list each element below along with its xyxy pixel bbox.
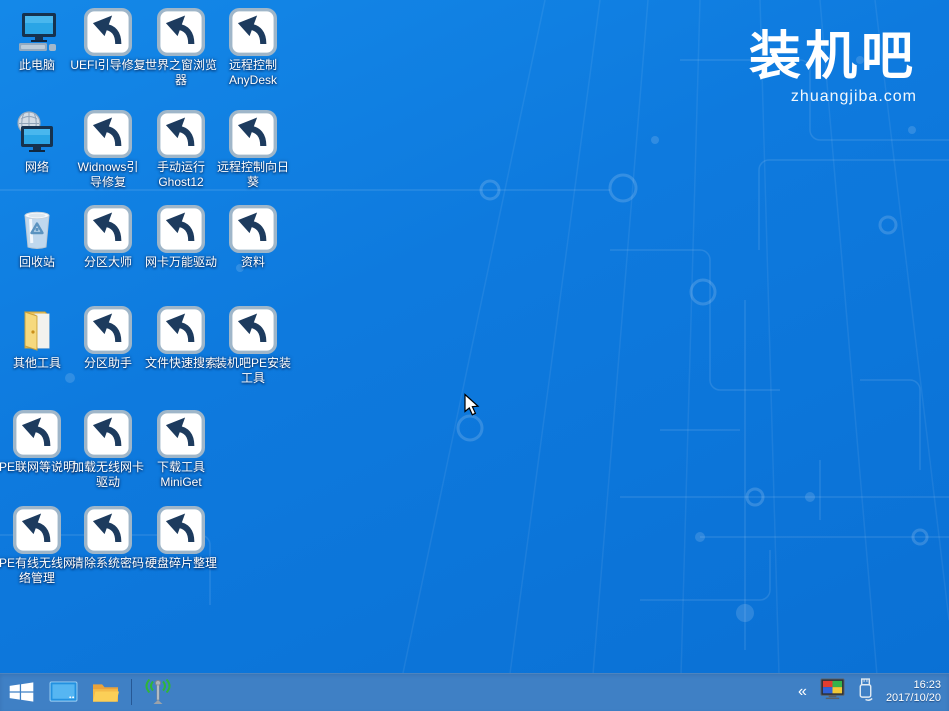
shortcut-arrow-overlay [157,506,205,554]
color-display-icon [820,678,845,701]
antenna-icon [143,678,173,706]
desktop: 装机吧 zhuangjiba.com 此电脑 [0,0,949,711]
windows-logo-icon [8,680,35,704]
shortcut-arrow-overlay [157,410,205,458]
folder-icon [91,680,120,705]
shortcut-arrow-overlay [84,110,132,158]
shortcut-arrow-overlay [13,410,61,458]
shortcut-arrow-overlay [229,8,277,56]
brand-domain: zhuangjiba.com [749,88,917,106]
shortcut-arrow-overlay [84,410,132,458]
shortcut-arrow-overlay [229,306,277,354]
shortcut-arrow-overlay [13,506,61,554]
shortcut-arrow-overlay [229,205,277,253]
desktop-icon-sunflower-remote[interactable]: 远程控制向日 葵 [217,106,289,190]
shortcut-arrow-overlay [157,8,205,56]
this-pc-icon [13,8,61,56]
desktop-icon-disk-defrag[interactable]: 硬盘碎片整理 [145,502,217,571]
desktop-icon-documents[interactable]: 资料 [217,201,289,270]
clock-date: 2017/10/20 [886,692,941,705]
brand-logo: 装机吧 zhuangjiba.com [749,28,917,106]
shortcut-arrow-overlay [157,306,205,354]
system-tray: « 16:23 2017/10/20 [796,677,949,707]
desktop-icon-anydesk-remote[interactable]: 远程控制 AnyDesk [217,4,289,88]
shortcut-arrow-overlay [157,110,205,158]
icon-label: 资料 [198,255,308,270]
desktop-icon-miniget-downloader[interactable]: 下载工具 MiniGet [145,406,217,490]
tray-expand-button[interactable]: « [796,680,809,704]
taskbar-clock[interactable]: 16:23 2017/10/20 [886,679,941,705]
blue-monitor-icon [49,680,78,705]
taskbar-separator [131,679,132,705]
brand-title: 装机吧 [749,28,917,86]
shortcut-arrow-overlay [84,8,132,56]
usb-eject-tray-button[interactable] [856,677,875,707]
display-settings-tray-button[interactable] [820,678,845,706]
shortcut-arrow-overlay [84,306,132,354]
icon-label: 装机吧PE安装 工具 [198,356,308,386]
mouse-cursor [461,393,481,417]
taskbar-desktop-app-button[interactable] [42,673,84,711]
icon-label: 硬盘碎片整理 [126,556,236,571]
start-button[interactable] [0,673,42,711]
clock-time: 16:23 [886,679,941,692]
shortcut-arrow-overlay [157,205,205,253]
shortcut-arrow-overlay [84,506,132,554]
open-folder-icon [13,306,61,354]
shortcut-arrow-overlay [229,110,277,158]
taskbar: « 16:23 2017/10/20 [0,673,949,711]
recycle-bin-icon [13,205,61,253]
network-icon [13,110,61,158]
desktop-icon-pe-network-manager[interactable]: PE有线无线网 络管理 [1,502,73,586]
icon-label: 远程控制向日 葵 [198,160,308,190]
desktop-icon-zhuangjiba-pe-installer[interactable]: 装机吧 装机吧PE安装 工具 [217,302,289,386]
file-explorer-button[interactable] [84,673,126,711]
icon-label: 下载工具 MiniGet [126,460,236,490]
shortcut-arrow-overlay [84,205,132,253]
icon-label: 远程控制 AnyDesk [198,58,308,88]
wireless-tool-button[interactable] [137,673,179,711]
usb-device-icon [856,677,875,702]
